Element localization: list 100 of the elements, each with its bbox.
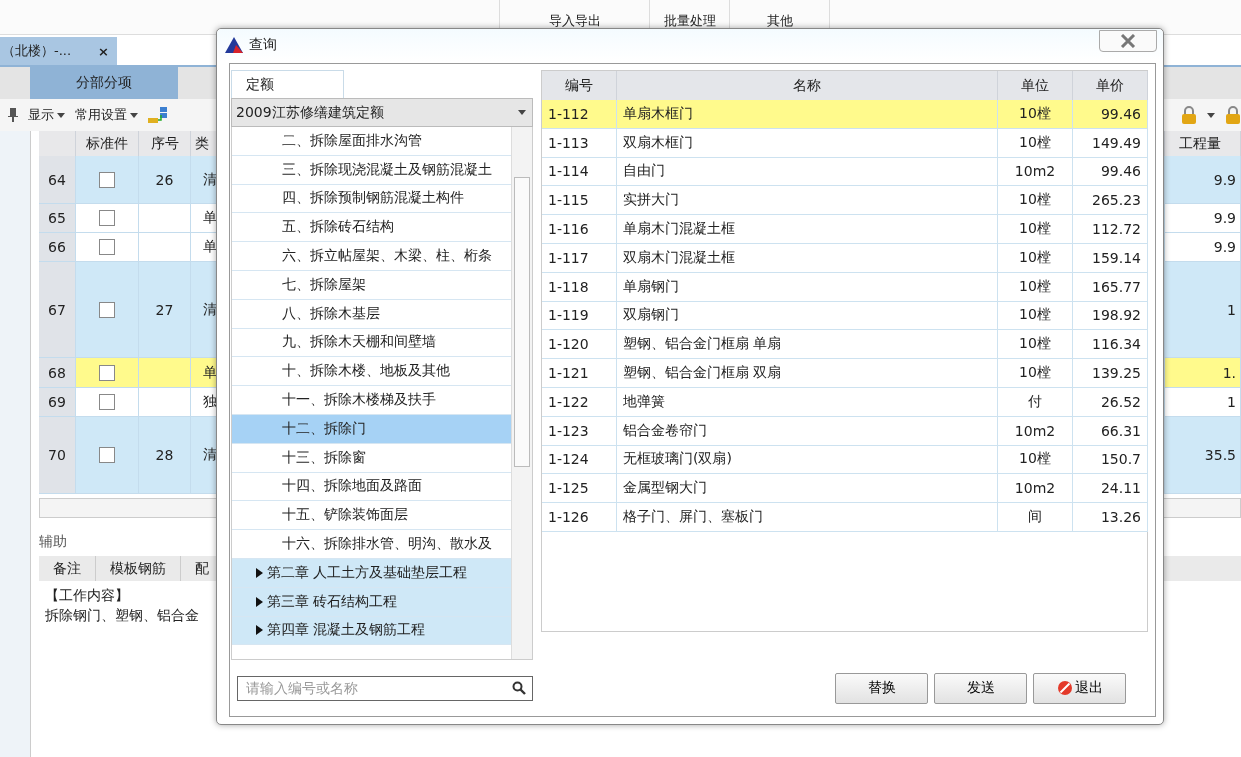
- table-cell[interactable]: 10樘: [998, 445, 1073, 475]
- table-cell[interactable]: 1-119: [542, 301, 617, 331]
- table-cell[interactable]: 1-114: [542, 157, 617, 187]
- table-cell[interactable]: 10樘: [998, 186, 1073, 216]
- table-cell[interactable]: 112.72: [1073, 215, 1148, 244]
- table-cell[interactable]: 159.14: [1073, 244, 1148, 273]
- table-cell[interactable]: 单扇木门混凝土框: [617, 215, 998, 244]
- toolbar-dropdown[interactable]: 常用设置: [75, 106, 138, 124]
- table-cell[interactable]: 双扇木门混凝土框: [617, 244, 998, 273]
- tree-item[interactable]: 第二章 人工土方及基础垫层工程: [232, 558, 511, 588]
- pin-icon[interactable]: [8, 108, 18, 122]
- tree-item[interactable]: 十二、拆除门: [232, 414, 511, 444]
- table-cell[interactable]: 10樘: [998, 244, 1073, 273]
- table-cell[interactable]: 1-122: [542, 387, 617, 417]
- table-cell[interactable]: 1-121: [542, 359, 617, 388]
- table-cell[interactable]: 1-120: [542, 330, 617, 360]
- checkbox[interactable]: [99, 394, 115, 410]
- search-field[interactable]: 请输入编号或名称: [237, 675, 533, 701]
- table-cell[interactable]: 116.34: [1073, 330, 1148, 360]
- table-cell[interactable]: 10樘: [998, 128, 1073, 158]
- checkbox[interactable]: [99, 301, 115, 318]
- library-dropdown[interactable]: 2009江苏修缮建筑定额: [231, 98, 533, 127]
- table-cell[interactable]: 66.31: [1073, 416, 1148, 446]
- expand-icon[interactable]: [256, 567, 263, 578]
- expand-icon[interactable]: [256, 625, 263, 636]
- vertical-scrollbar[interactable]: [511, 127, 532, 659]
- table-cell[interactable]: 单扇木框门: [617, 100, 998, 129]
- table-cell[interactable]: 塑钢、铝合金门框扇 双扇: [617, 359, 998, 388]
- table-cell[interactable]: 1-116: [542, 215, 617, 244]
- table-cell[interactable]: 1-115: [542, 186, 617, 216]
- tree-item[interactable]: 第四章 混凝土及钢筋工程: [232, 616, 511, 646]
- close-tab-button[interactable]: ×: [98, 43, 109, 59]
- table-cell[interactable]: 10樘: [998, 215, 1073, 244]
- table-cell[interactable]: 1-126: [542, 503, 617, 532]
- table-cell[interactable]: 1-118: [542, 272, 617, 302]
- table-cell[interactable]: 铝合金卷帘门: [617, 416, 998, 446]
- checkbox[interactable]: [99, 210, 115, 226]
- table-cell[interactable]: 1-117: [542, 244, 617, 273]
- lock-icon[interactable]: [1225, 106, 1241, 124]
- table-cell[interactable]: 单扇钢门: [617, 272, 998, 302]
- column-header[interactable]: 名称: [617, 71, 998, 100]
- table-cell[interactable]: 塑钢、铝合金门框扇 单扇: [617, 330, 998, 360]
- table-cell[interactable]: 26.52: [1073, 387, 1148, 417]
- table-cell[interactable]: 265.23: [1073, 186, 1148, 216]
- column-header[interactable]: 单位: [998, 71, 1073, 100]
- lock-icon[interactable]: [1181, 106, 1197, 124]
- column-header[interactable]: 序号: [139, 131, 191, 156]
- table-cell[interactable]: 10樘: [998, 330, 1073, 360]
- document-tab[interactable]: （北楼）-... ×: [0, 37, 117, 65]
- close-button[interactable]: [1099, 30, 1157, 52]
- table-cell[interactable]: 10m2: [998, 157, 1073, 187]
- column-header[interactable]: 工程量: [1165, 131, 1241, 156]
- table-cell[interactable]: 10樘: [998, 359, 1073, 388]
- table-cell[interactable]: 10m2: [998, 474, 1073, 504]
- table-cell[interactable]: 双扇钢门: [617, 301, 998, 331]
- table-cell[interactable]: 139.25: [1073, 359, 1148, 388]
- table-cell[interactable]: 格子门、屏门、塞板门: [617, 503, 998, 532]
- expand-icon[interactable]: [256, 596, 263, 607]
- table-cell[interactable]: 付: [998, 387, 1073, 417]
- toolbar-dropdown[interactable]: 显示: [28, 106, 65, 124]
- table-cell[interactable]: 实拼大门: [617, 186, 998, 216]
- table-cell[interactable]: 金属型钢大门: [617, 474, 998, 504]
- checkbox[interactable]: [99, 239, 115, 255]
- checkbox[interactable]: [99, 447, 115, 463]
- panel-tab[interactable]: 备注: [39, 556, 96, 581]
- table-cell[interactable]: 149.49: [1073, 128, 1148, 158]
- tree-item[interactable]: 第三章 砖石结构工程: [232, 587, 511, 617]
- table-cell[interactable]: 165.77: [1073, 272, 1148, 302]
- table-cell[interactable]: 1-123: [542, 416, 617, 446]
- column-header[interactable]: 标准件: [76, 131, 139, 156]
- table-cell[interactable]: 13.26: [1073, 503, 1148, 532]
- table-cell[interactable]: 198.92: [1073, 301, 1148, 331]
- exit-button[interactable]: 退出: [1033, 672, 1126, 704]
- dialog-button[interactable]: 替换: [835, 672, 928, 704]
- table-cell[interactable]: 地弹簧: [617, 387, 998, 417]
- table-cell[interactable]: 10樘: [998, 272, 1073, 302]
- panel-tab[interactable]: 模板钢筋: [96, 556, 181, 581]
- table-cell[interactable]: 间: [998, 503, 1073, 532]
- table-cell[interactable]: 10樘: [998, 100, 1073, 129]
- checkbox[interactable]: [99, 171, 115, 188]
- view-tab[interactable]: 分部分项: [30, 67, 178, 99]
- dialog-button[interactable]: 发送: [934, 672, 1027, 704]
- dialog-tab[interactable]: 定额: [231, 70, 344, 98]
- table-cell[interactable]: 自由门: [617, 157, 998, 187]
- table-cell[interactable]: 1-124: [542, 445, 617, 475]
- table-cell[interactable]: 1-112: [542, 100, 617, 129]
- table-cell[interactable]: 无框玻璃门(双扇): [617, 445, 998, 475]
- column-header[interactable]: 单价: [1073, 71, 1148, 100]
- column-header[interactable]: 编号: [542, 71, 617, 100]
- table-cell[interactable]: 1-113: [542, 128, 617, 158]
- table-cell[interactable]: 双扇木框门: [617, 128, 998, 158]
- table-cell[interactable]: 10m2: [998, 416, 1073, 446]
- table-cell[interactable]: 150.7: [1073, 445, 1148, 475]
- table-cell[interactable]: 99.46: [1073, 157, 1148, 187]
- table-cell[interactable]: 10樘: [998, 301, 1073, 331]
- table-cell[interactable]: 1-125: [542, 474, 617, 504]
- toolbar-icon[interactable]: [148, 106, 170, 124]
- table-cell[interactable]: 24.11: [1073, 474, 1148, 504]
- table-cell[interactable]: 99.46: [1073, 100, 1148, 129]
- checkbox[interactable]: [99, 364, 115, 381]
